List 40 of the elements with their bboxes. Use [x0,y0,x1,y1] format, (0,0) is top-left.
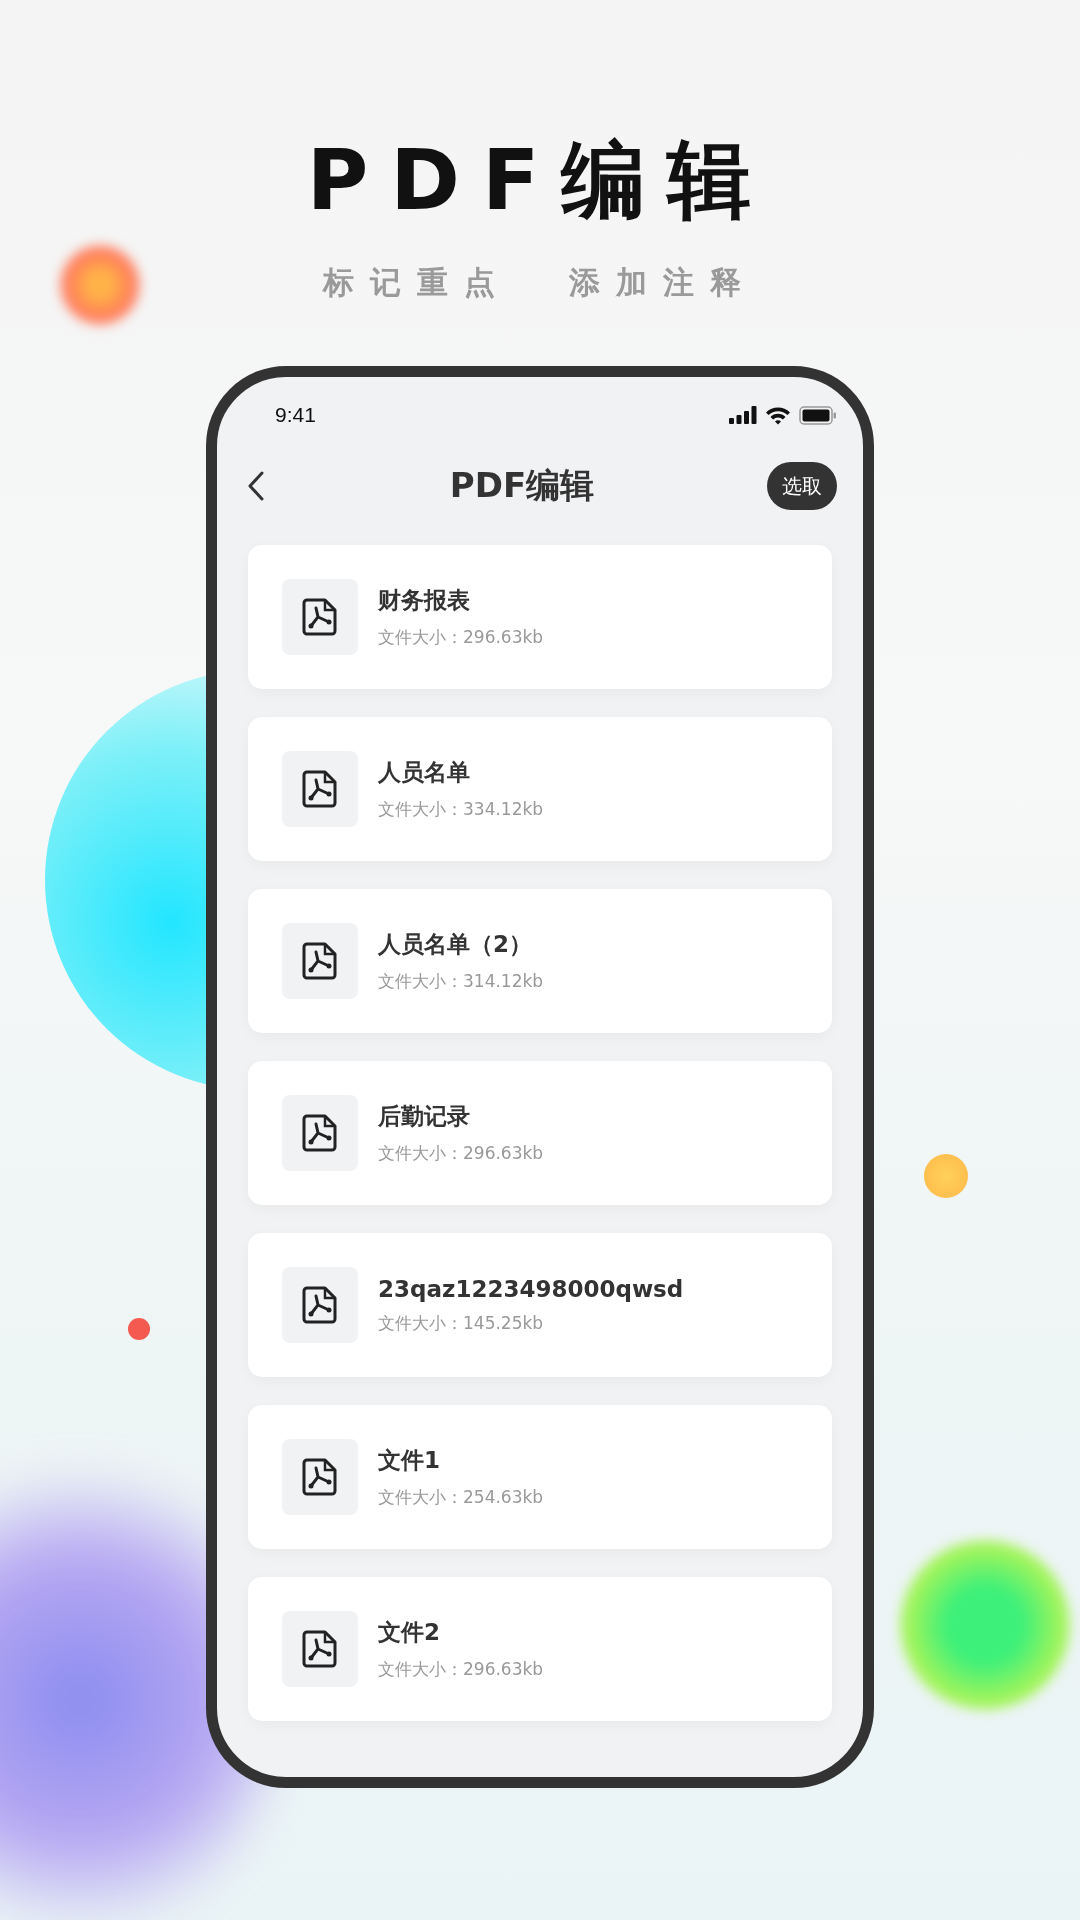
page-title: PDF编辑 [449,464,595,507]
tagline: 标记重点 [323,263,511,302]
file-size: 文件大小：296.63kb [378,1658,544,1681]
pdf-file-icon [302,1630,338,1668]
status-time: 9:41 [275,403,316,427]
file-card[interactable]: 23qaz1223498000qwsd 文件大小：145.25kb [248,1233,832,1377]
file-card[interactable]: 人员名单 文件大小：334.12kb [248,717,832,861]
pdf-file-icon [302,1286,338,1324]
pdf-file-icon [302,1458,338,1496]
file-name: 人员名单 [378,758,471,787]
pdf-file-icon [302,1114,338,1152]
back-chevron-icon [247,470,265,502]
file-size: 文件大小：296.63kb [378,626,544,649]
file-name: 文件2 [378,1618,441,1647]
file-card[interactable]: 财务报表 文件大小：296.63kb [248,545,832,689]
pdf-file-icon [302,598,338,636]
file-name: 后勤记录 [378,1102,471,1131]
signal-icon [729,406,757,424]
file-card[interactable]: 人员名单（2） 文件大小：314.12kb [248,889,832,1033]
file-card[interactable]: 后勤记录 文件大小：296.63kb [248,1061,832,1205]
file-card[interactable]: 文件2 文件大小：296.63kb [248,1577,832,1721]
file-name: 人员名单（2） [378,930,533,959]
tagline: 添加注释 [569,263,757,302]
battery-icon [799,405,837,425]
file-size: 文件大小：254.63kb [378,1486,544,1509]
blurred-circle-drawing [924,1154,968,1198]
file-name: 23qaz1223498000qwsd [378,1275,684,1302]
file-size: 文件大小：334.12kb [378,798,544,821]
pdf-file-icon [302,942,338,980]
blurred-circle-drawing [128,1318,150,1340]
headline: PDF编辑 [306,138,774,222]
file-card[interactable]: 文件1 文件大小：254.63kb [248,1405,832,1549]
file-size: 文件大小：314.12kb [378,970,544,993]
pdf-file-icon [302,770,338,808]
file-size: 文件大小：145.25kb [378,1311,545,1335]
file-size: 文件大小：296.63kb [378,1142,544,1165]
select-button[interactable]: 选取 [767,462,837,510]
file-name: 财务报表 [378,586,471,615]
wifi-icon [765,405,791,425]
file-name: 文件1 [378,1446,441,1475]
